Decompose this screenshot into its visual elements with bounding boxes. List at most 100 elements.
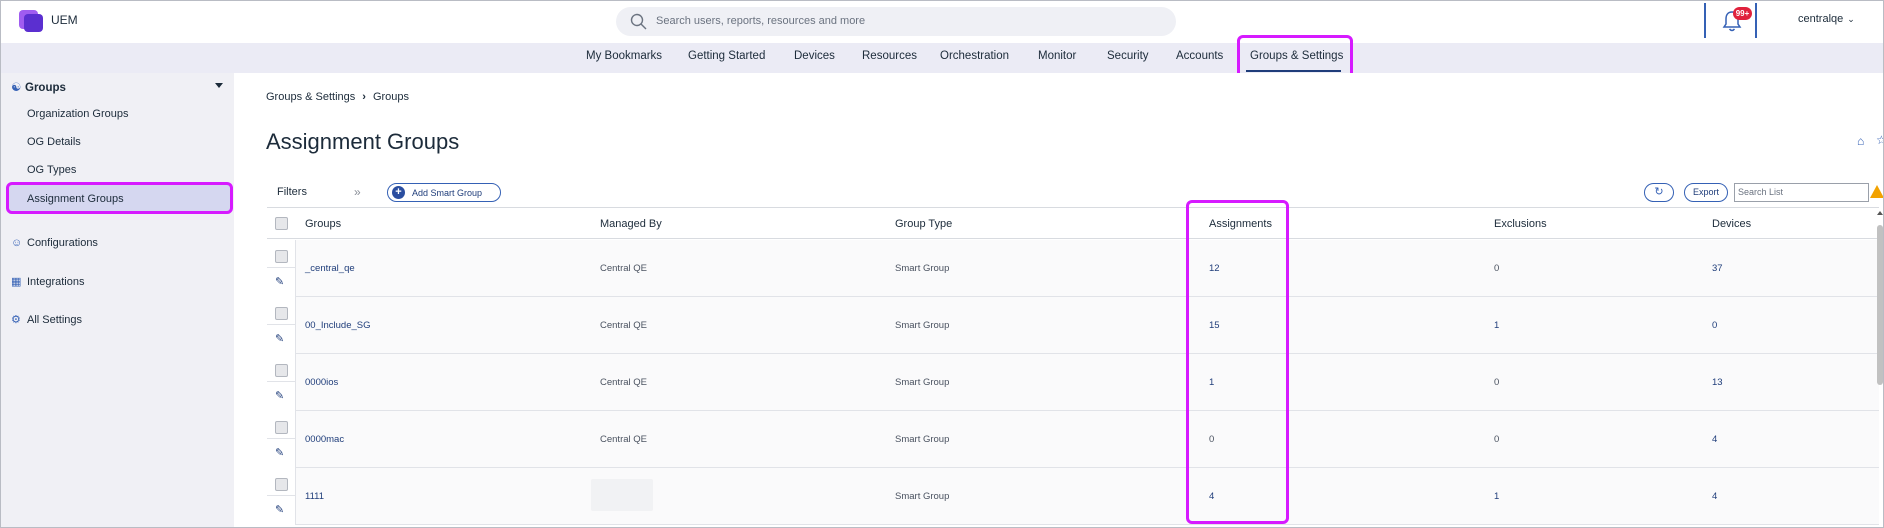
vertical-scrollbar[interactable] — [1875, 211, 1883, 527]
table-row: ✎ 1111 Smart Group 4 1 4 — [267, 468, 1879, 525]
sidebar-item-label: All Settings — [27, 314, 83, 326]
user-menu[interactable]: centralqe ⌄ — [1798, 13, 1855, 25]
cell-devices[interactable]: 13 — [1712, 377, 1723, 388]
breadcrumb-current[interactable]: Groups — [373, 91, 409, 103]
nav-resources[interactable]: Resources — [862, 50, 917, 62]
row-controls: ✎ — [267, 297, 296, 354]
nav-devices[interactable]: Devices — [794, 50, 835, 62]
refresh-button[interactable]: ↻ — [1644, 183, 1674, 202]
redacted-cell — [591, 479, 653, 511]
sidebar-item-label: Configurations — [27, 237, 98, 249]
row-controls: ✎ — [267, 468, 296, 525]
cell-devices[interactable]: 4 — [1712, 491, 1717, 502]
cell-group-type: Smart Group — [895, 377, 950, 388]
row-checkbox[interactable] — [275, 307, 288, 320]
column-header-devices[interactable]: Devices — [1712, 218, 1751, 230]
sidebar-item-label: Integrations — [27, 276, 85, 288]
table-row: ✎ _central_qe Central QE Smart Group 12 … — [267, 240, 1879, 297]
sidebar-groups-header[interactable]: ☯ Groups — [11, 80, 66, 94]
cell-group[interactable]: 00_Include_SG — [305, 320, 371, 331]
sidebar-item-organization-groups[interactable]: Organization Groups — [27, 108, 129, 120]
warning-icon[interactable] — [1870, 185, 1883, 198]
cell-exclusions: 0 — [1494, 263, 1500, 274]
sidebar-item-integrations[interactable]: ▦ Integrations — [11, 275, 84, 288]
breadcrumb-parent[interactable]: Groups & Settings — [266, 91, 355, 103]
nav-orchestration[interactable]: Orchestration — [940, 50, 1009, 62]
sidebar-item-og-details[interactable]: OG Details — [27, 136, 81, 148]
cell-group[interactable]: 0000mac — [305, 434, 344, 445]
cell-exclusions[interactable]: 1 — [1494, 491, 1499, 502]
app-title: UEM — [51, 13, 78, 27]
nav-monitor[interactable]: Monitor — [1038, 50, 1076, 62]
user-icon: ☺ — [11, 237, 23, 249]
nav-getting-started[interactable]: Getting Started — [688, 50, 765, 62]
double-chevron-right-icon[interactable]: » — [354, 185, 361, 199]
sidebar-item-all-settings[interactable]: ⚙ All Settings — [11, 313, 82, 326]
cell-group-type: Smart Group — [895, 263, 950, 274]
row-checkbox[interactable] — [275, 250, 288, 263]
cell-group[interactable]: _central_qe — [305, 263, 355, 274]
row-checkbox[interactable] — [275, 364, 288, 377]
filters-label[interactable]: Filters — [277, 186, 307, 198]
chevron-down-icon: ⌄ — [1847, 14, 1855, 24]
caret-down-icon[interactable] — [215, 83, 223, 88]
cell-exclusions[interactable]: 1 — [1494, 320, 1499, 331]
cell-managed-by: Central QE — [600, 434, 647, 445]
nav-accounts[interactable]: Accounts — [1176, 50, 1223, 62]
row-controls: ✎ — [267, 411, 296, 468]
top-bar: UEM Search users, reports, resources and… — [1, 1, 1883, 43]
highlight-box — [6, 182, 233, 214]
scrollbar-thumb[interactable] — [1877, 225, 1883, 385]
column-header-groups[interactable]: Groups — [305, 218, 341, 230]
cell-devices[interactable]: 37 — [1712, 263, 1723, 274]
add-smart-group-label: Add Smart Group — [412, 188, 483, 198]
divider — [1704, 3, 1706, 38]
pencil-icon[interactable]: ✎ — [275, 389, 284, 402]
cell-managed-by: Central QE — [600, 377, 647, 388]
sidebar-item-configurations[interactable]: ☺ Configurations — [11, 237, 98, 249]
plus-icon: + — [392, 186, 405, 199]
sidebar: ☯ Groups Organization Groups OG Details O… — [1, 73, 234, 527]
pencil-icon[interactable]: ✎ — [275, 446, 284, 459]
app-window: UEM Search users, reports, resources and… — [0, 0, 1884, 528]
scroll-up-icon[interactable] — [1877, 211, 1883, 215]
cell-exclusions: 0 — [1494, 377, 1500, 388]
nav-security[interactable]: Security — [1107, 50, 1149, 62]
cell-group-type: Smart Group — [895, 320, 950, 331]
cell-devices[interactable]: 0 — [1712, 320, 1717, 331]
column-header-exclusions[interactable]: Exclusions — [1494, 218, 1547, 230]
cell-devices[interactable]: 4 — [1712, 434, 1717, 445]
home-icon[interactable]: ⌂ — [1857, 134, 1864, 148]
global-search-input[interactable]: Search users, reports, resources and mor… — [616, 7, 1176, 36]
sidebar-item-og-types[interactable]: OG Types — [27, 164, 76, 176]
cell-group[interactable]: 1111 — [305, 491, 324, 502]
gear-icon: ⚙ — [11, 314, 21, 326]
pencil-icon[interactable]: ✎ — [275, 275, 284, 288]
search-placeholder: Search users, reports, resources and mor… — [656, 15, 866, 27]
user-name: centralqe — [1798, 13, 1844, 25]
grid-icon: ▦ — [11, 276, 22, 288]
cell-group[interactable]: 0000ios — [305, 377, 338, 388]
cell-exclusions: 0 — [1494, 434, 1500, 445]
export-button[interactable]: Export — [1684, 183, 1728, 202]
nav-my-bookmarks[interactable]: My Bookmarks — [586, 50, 662, 62]
star-icon[interactable]: ☆ — [1876, 133, 1883, 147]
cell-managed-by: Central QE — [600, 320, 647, 331]
row-controls: ✎ — [267, 240, 296, 297]
pencil-icon[interactable]: ✎ — [275, 503, 284, 516]
pencil-icon[interactable]: ✎ — [275, 332, 284, 345]
row-checkbox[interactable] — [275, 478, 288, 491]
search-list-input[interactable]: Search List — [1734, 183, 1869, 202]
highlight-box — [1186, 200, 1289, 524]
table-row: ✎ 0000ios Central QE Smart Group 1 0 13 — [267, 354, 1879, 411]
row-checkbox[interactable] — [275, 421, 288, 434]
table-header: Groups Managed By Group Type Assignments… — [267, 207, 1879, 239]
column-header-group-type[interactable]: Group Type — [895, 218, 952, 230]
uem-logo-icon[interactable] — [19, 10, 43, 32]
cell-group-type: Smart Group — [895, 434, 950, 445]
breadcrumb: Groups & Settings › Groups — [266, 91, 409, 103]
search-icon — [630, 13, 647, 30]
add-smart-group-button[interactable]: + Add Smart Group — [387, 183, 501, 202]
column-header-managed-by[interactable]: Managed By — [600, 218, 662, 230]
select-all-checkbox[interactable] — [275, 217, 288, 230]
